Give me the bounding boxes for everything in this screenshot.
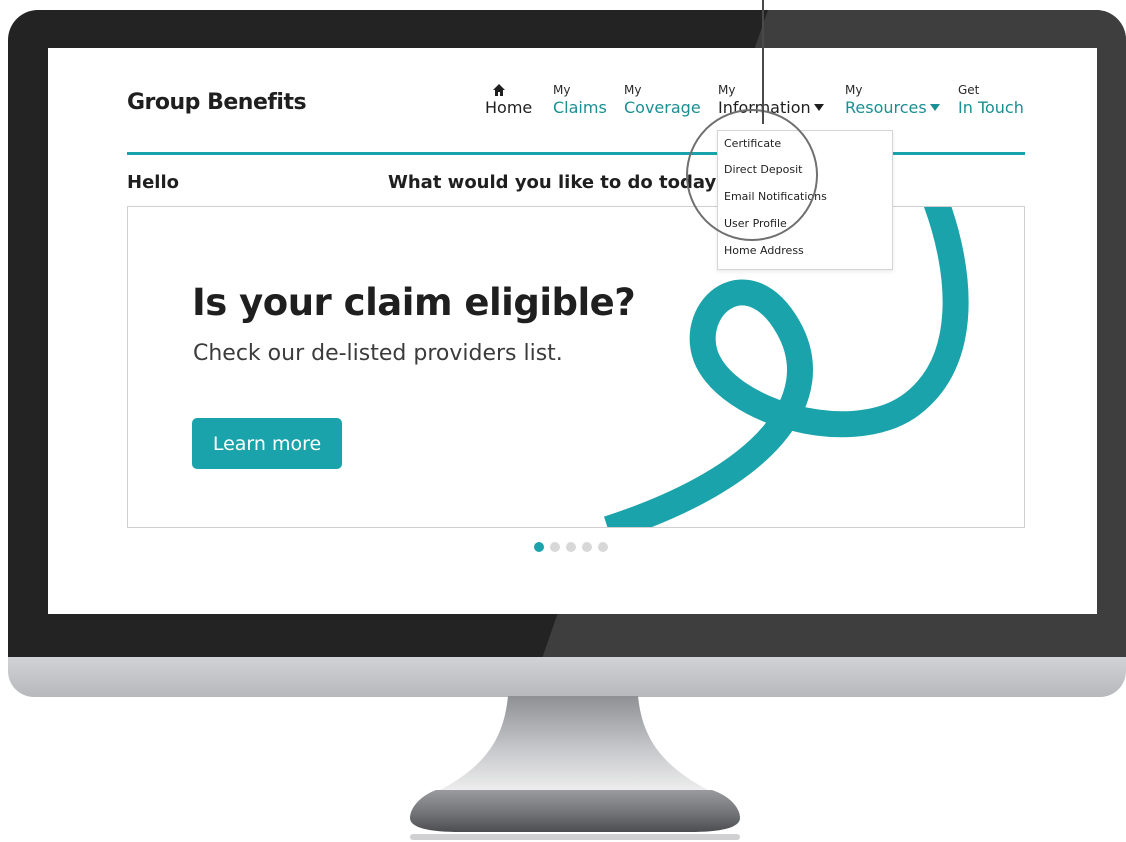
carousel-dots xyxy=(534,542,608,552)
nav-get-in-touch[interactable]: Get In Touch xyxy=(958,83,1024,117)
carousel-dot-1[interactable] xyxy=(534,542,544,552)
nav-resources-label: Resources xyxy=(845,98,927,117)
nav-coverage-label: Coverage xyxy=(624,98,701,117)
learn-more-button[interactable]: Learn more xyxy=(192,418,342,469)
carousel-dot-3[interactable] xyxy=(566,542,576,552)
screen: Group Benefits Home My Claims My Coverag… xyxy=(48,48,1097,614)
caret-down-icon xyxy=(929,104,940,111)
nav-contact-label: In Touch xyxy=(958,98,1024,117)
nav-information-label: Information xyxy=(718,98,811,117)
nav-claims-prefix: My xyxy=(553,83,571,97)
menu-item-direct-deposit[interactable]: Direct Deposit xyxy=(718,156,892,183)
monitor-stand xyxy=(410,696,740,840)
carousel-dot-2[interactable] xyxy=(550,542,560,552)
banner-headline: Is your claim eligible? xyxy=(192,281,636,324)
nav-my-information[interactable]: My Information xyxy=(718,83,824,117)
menu-item-email-notifications[interactable]: Email Notifications xyxy=(718,183,892,210)
nav-contact-prefix: Get xyxy=(958,83,980,97)
information-dropdown-menu: Certificate Direct Deposit Email Notific… xyxy=(717,130,893,270)
callout-pointer-line xyxy=(762,0,764,124)
page-question: What would you like to do today? xyxy=(388,172,727,193)
banner-subline: Check our de-listed providers list. xyxy=(193,341,563,366)
caret-down-icon xyxy=(813,104,824,111)
nav-claims-label: Claims xyxy=(553,98,607,117)
greeting: Hello xyxy=(127,172,179,193)
carousel-dot-4[interactable] xyxy=(582,542,592,552)
nav-home-label: Home xyxy=(485,98,533,117)
home-icon xyxy=(493,84,505,96)
brand-logo-text[interactable]: Group Benefits xyxy=(127,90,307,115)
nav-my-resources[interactable]: My Resources xyxy=(845,83,940,117)
menu-item-certificate[interactable]: Certificate xyxy=(718,131,892,156)
nav-resources-prefix: My xyxy=(845,83,863,97)
nav-coverage-prefix: My xyxy=(624,83,642,97)
nav-home[interactable]: Home xyxy=(485,84,532,117)
menu-item-user-profile[interactable]: User Profile xyxy=(718,210,892,237)
nav-information-prefix: My xyxy=(718,83,736,97)
menu-item-home-address[interactable]: Home Address xyxy=(718,237,892,264)
carousel-dot-5[interactable] xyxy=(598,542,608,552)
nav-my-coverage[interactable]: My Coverage xyxy=(624,83,701,117)
nav-my-claims[interactable]: My Claims xyxy=(553,83,607,117)
monitor-chin xyxy=(8,657,1126,697)
